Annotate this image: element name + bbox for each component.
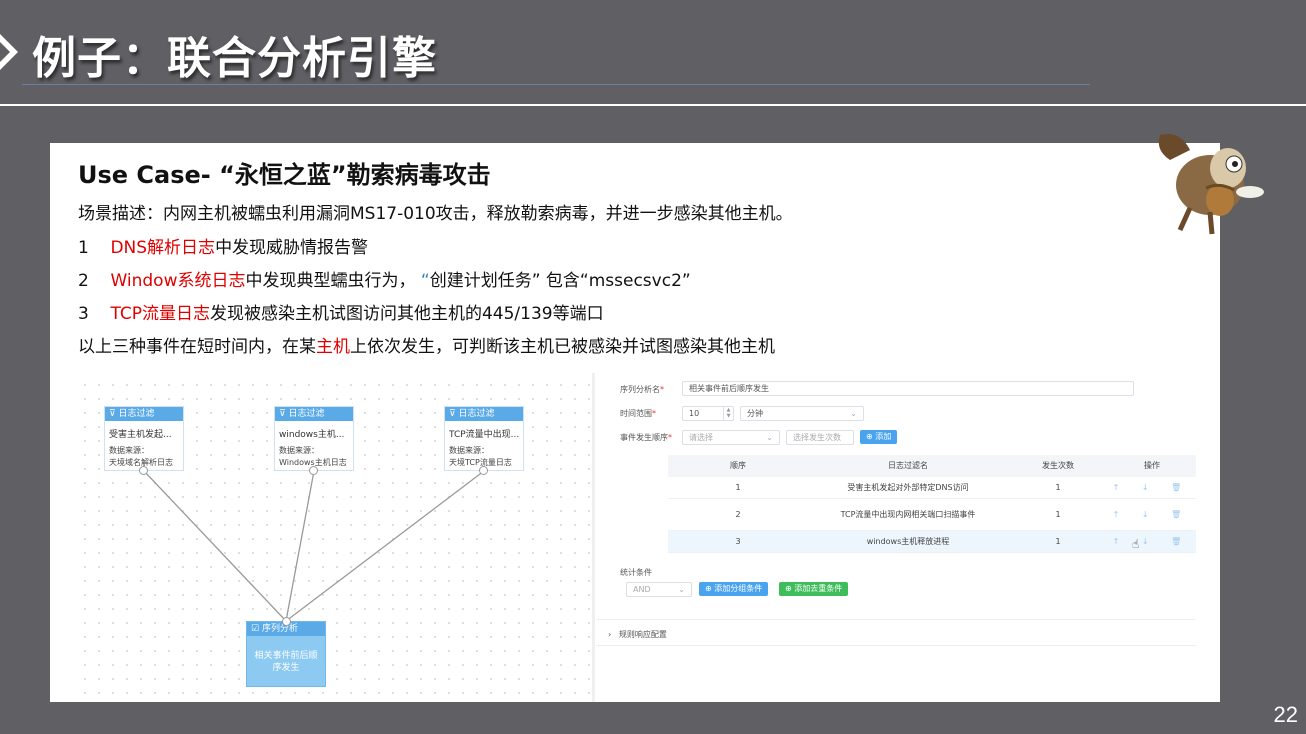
output-port[interactable]: [139, 466, 148, 475]
title-arrow-cutout: [0, 42, 10, 62]
table-row[interactable]: 1 受害主机发起对外部特定DNS访问 1 ↑ ↓ 🗑: [668, 477, 1196, 499]
node-title: 受害主机发起...: [109, 430, 172, 440]
filter-node-windows[interactable]: ⊽ 日志过滤 windows主机... 数据来源： Windows主机日志: [274, 406, 354, 475]
stepper-icon[interactable]: ▲ ▼: [723, 407, 733, 420]
slide-title: 例子：联合分析引擎: [32, 33, 437, 84]
panel-divider: [592, 373, 595, 702]
output-port[interactable]: [309, 466, 318, 475]
conclusion-post: 上依次发生，可判断该主机已被感染并试图感染其他主机: [350, 337, 775, 357]
time-range-label: 时间范围*: [620, 409, 656, 418]
sequence-name-input[interactable]: 相关事件前后顺序发生: [682, 381, 1134, 396]
event-order-table: 顺序 日志过滤名 发生次数 操作 1 受害主机发起对外部特定DNS访问 1 ↑ …: [668, 455, 1196, 553]
item-highlight: Window系统日志: [110, 271, 246, 291]
divider: [596, 645, 1196, 646]
item-tail: 包含“mssecsvc2”: [540, 271, 691, 291]
header-divider: [0, 104, 1306, 106]
node-source-label: 数据来源：: [449, 446, 489, 455]
add-group-condition-button[interactable]: ⊕ 添加分组条件: [699, 582, 769, 596]
page-number: 22: [1273, 702, 1298, 727]
node-title: windows主机...: [279, 430, 345, 440]
squirrel-mascot-icon: [1158, 134, 1264, 235]
time-range-input[interactable]: 10 ▲ ▼: [682, 406, 734, 421]
row-actions-icons[interactable]: ↑ ↓ 🗑: [1108, 477, 1196, 498]
table-header: 顺序 日志过滤名 发生次数 操作: [668, 455, 1196, 477]
item-number: 3: [78, 304, 89, 324]
quote-mark: “: [420, 271, 430, 291]
item-text: 中发现威胁情报告警: [215, 238, 369, 258]
item-number: 2: [78, 271, 89, 291]
input-port[interactable]: [282, 617, 291, 626]
add-dedup-condition-button[interactable]: ⊕ 添加去重条件: [779, 582, 849, 596]
sequence-analysis-node[interactable]: ☑ 序列分析 相关事件前后顺序发生: [246, 617, 326, 687]
chevron-down-icon: ⌄: [850, 409, 857, 418]
sequence-config-panel: 序列分析名* 相关事件前后顺序发生 时间范围* 10 ▲ ▼ 分钟 ⌄ 事件发生顺序…: [592, 373, 1220, 702]
filter-node-dns[interactable]: ⊽ 日志过滤 受害主机发起... 数据来源： 天境域名解析日志: [104, 406, 184, 475]
event-order-label: 事件发生顺序*: [620, 433, 672, 442]
scenario-text: 场景描述：内网主机被蠕虫利用漏洞MS17-010攻击，释放勒索病毒，并进一步感染…: [78, 204, 793, 224]
stats-label: 统计条件: [620, 568, 652, 577]
conclusion-pre: 以上三种事件在短时间内，在某: [78, 337, 316, 357]
row-actions-icons[interactable]: ↑ ↓ 🗑: [1108, 499, 1196, 530]
stats-logic-select[interactable]: AND ⌄: [626, 582, 692, 597]
count-select[interactable]: 选择发生次数: [786, 430, 854, 445]
filter-node-tcp[interactable]: ⊽ 日志过滤 TCP流量中出现... 数据来源： 天境TCP流量日志: [444, 406, 524, 475]
name-label: 序列分析名*: [620, 385, 664, 394]
content-card: Use Case- “永恒之蓝”勒索病毒攻击 场景描述：内网主机被蠕虫利用漏洞M…: [50, 143, 1220, 702]
table-row[interactable]: 2 TCP流量中出现内网相关端口扫描事件 1 ↑ ↓ 🗑: [668, 499, 1196, 531]
evidence-item-2: 2 Window系统日志中发现典型蠕虫行为， “创建计划任务” 包含“mssec…: [78, 266, 691, 291]
rule-response-config-toggle[interactable]: › 规则响应配置: [608, 629, 667, 640]
node-source-label: 数据来源：: [279, 446, 319, 455]
node-body: 相关事件前后顺序发生: [254, 651, 318, 673]
evidence-item-3: 3 TCP流量日志发现被感染主机试图访问其他主机的445/139等端口: [78, 299, 604, 324]
row-actions-icons[interactable]: ↑ ↓ 🗑: [1108, 531, 1196, 552]
add-event-button[interactable]: ⊕ 添加: [860, 430, 898, 444]
chevron-down-icon: ⌄: [678, 585, 685, 594]
quoted-text: 创建计划任务”: [429, 271, 541, 291]
item-highlight: TCP流量日志: [110, 304, 210, 324]
item-number: 1: [78, 238, 89, 258]
node-header: ⊽ 日志过滤: [445, 407, 523, 421]
flow-canvas[interactable]: ⊽ 日志过滤 受害主机发起... 数据来源： 天境域名解析日志 ⊽ 日志过滤 w…: [78, 378, 598, 696]
evidence-item-1: 1 DNS解析日志中发现威胁情报告警: [78, 233, 368, 258]
output-port[interactable]: [479, 466, 488, 475]
conclusion-highlight: 主机: [316, 337, 350, 357]
item-text: 发现被感染主机试图访问其他主机的445/139等端口: [209, 304, 604, 324]
node-header: ⊽ 日志过滤: [275, 407, 353, 421]
use-case-title: Use Case- “永恒之蓝”勒索病毒攻击: [78, 161, 491, 189]
time-unit-select[interactable]: 分钟 ⌄: [740, 406, 864, 421]
hand-cursor-icon: ☝: [1132, 537, 1140, 551]
node-title: TCP流量中出现...: [449, 430, 520, 440]
node-source-label: 数据来源：: [109, 446, 149, 455]
chevron-down-icon: ⌄: [766, 433, 773, 442]
divider: [596, 619, 1196, 620]
node-header: ⊽ 日志过滤: [105, 407, 183, 421]
item-highlight: DNS解析日志: [110, 238, 216, 258]
table-row[interactable]: 3 windows主机释放进程 1 ↑ ↓ 🗑: [668, 531, 1196, 553]
item-text: 中发现典型蠕虫行为，: [245, 271, 416, 291]
title-rule: [22, 84, 1090, 85]
event-order-select[interactable]: 请选择 ⌄: [682, 430, 780, 445]
conclusion-text: 以上三种事件在短时间内，在某主机上依次发生，可判断该主机已被感染并试图感染其他主…: [78, 332, 775, 357]
